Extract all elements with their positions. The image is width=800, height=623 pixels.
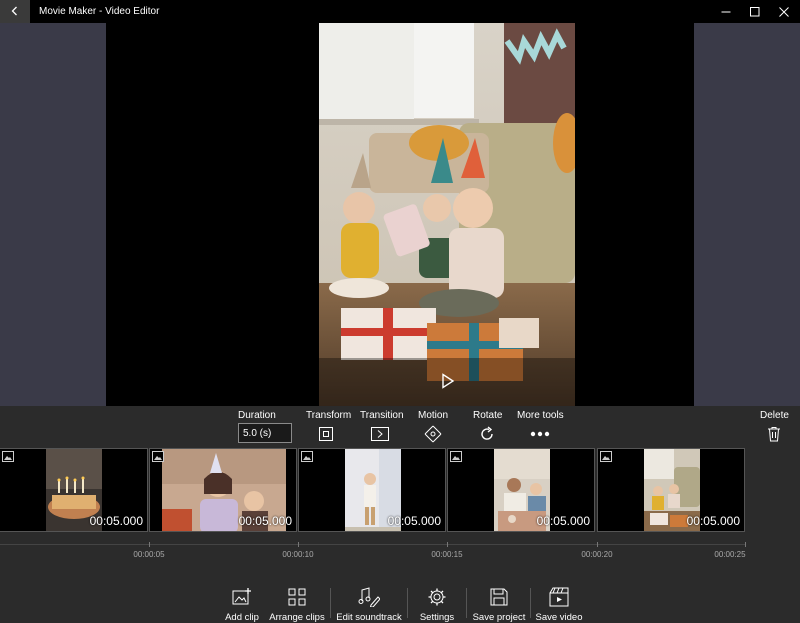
ruler-tick — [298, 542, 299, 547]
clip-5[interactable]: 00:05.000 — [597, 448, 745, 532]
transition-label: Transition — [360, 410, 404, 421]
ruler-label: 00:00:25 — [714, 550, 746, 559]
edit-soundtrack-button[interactable]: Edit soundtrack — [335, 582, 403, 623]
maximize-icon — [750, 6, 760, 16]
duration-input[interactable] — [238, 423, 292, 443]
motion-icon — [424, 425, 442, 443]
image-icon — [2, 451, 14, 462]
arrange-clips-button[interactable]: Arrange clips — [268, 582, 326, 623]
ruler-line — [0, 544, 745, 545]
back-button[interactable] — [0, 0, 30, 23]
settings-button[interactable]: Settings — [416, 582, 458, 623]
ruler-label: 00:00:05 — [133, 550, 165, 559]
play-button[interactable] — [432, 365, 464, 397]
delete-label: Delete — [760, 410, 789, 421]
rotate-icon — [481, 426, 493, 440]
duration-label: Duration — [238, 410, 276, 421]
image-icon — [600, 451, 612, 462]
transition-icon — [371, 427, 389, 441]
save-icon — [488, 586, 510, 607]
time-ruler[interactable]: 00:00:05 00:00:10 00:00:15 00:00:20 00:0… — [0, 534, 800, 582]
bottom-command-bar: Add clip Arrange clips Edit soundtrack S… — [0, 582, 800, 623]
maximize-button[interactable] — [739, 0, 771, 23]
close-button[interactable] — [768, 0, 800, 23]
ruler-tick — [597, 542, 598, 547]
add-clip-button[interactable]: Add clip — [222, 582, 262, 623]
transition-button[interactable] — [370, 424, 390, 444]
separator — [466, 588, 467, 618]
add-clip-label: Add clip — [225, 612, 259, 623]
rotate-button[interactable] — [477, 424, 497, 444]
play-icon — [442, 373, 455, 389]
save-video-button[interactable]: Save video — [535, 582, 583, 623]
motion-button[interactable] — [423, 424, 443, 444]
ruler-tick — [745, 542, 746, 547]
minimize-button[interactable] — [710, 0, 742, 23]
clip-duration: 00:05.000 — [238, 514, 292, 528]
save-project-button[interactable]: Save project — [472, 582, 526, 623]
clip-duration: 00:05.000 — [387, 514, 441, 528]
image-icon — [301, 451, 313, 462]
add-image-icon — [231, 586, 253, 607]
arrange-clips-label: Arrange clips — [269, 612, 325, 623]
transform-icon — [319, 427, 333, 441]
gear-icon — [426, 586, 448, 607]
motion-label: Motion — [418, 410, 449, 421]
clip-4[interactable]: 00:05.000 — [447, 448, 595, 532]
clip-2[interactable]: 00:05.000 — [149, 448, 297, 532]
clip-duration: 00:05.000 — [686, 514, 740, 528]
delete-button[interactable] — [764, 424, 784, 444]
more-tools-button[interactable] — [529, 424, 551, 444]
more-icon — [530, 431, 550, 437]
image-icon — [450, 451, 462, 462]
save-project-label: Save project — [472, 612, 526, 623]
ruler-label: 00:00:10 — [282, 550, 314, 559]
transform-label: Transform — [306, 410, 352, 421]
more-tools-label: More tools — [517, 410, 564, 421]
save-video-label: Save video — [535, 612, 583, 623]
separator — [407, 588, 408, 618]
clip-duration: 00:05.000 — [89, 514, 143, 528]
minimize-icon — [721, 11, 731, 12]
ruler-label: 00:00:20 — [581, 550, 613, 559]
close-icon — [779, 6, 789, 17]
settings-label: Settings — [419, 612, 455, 623]
ruler-tick — [149, 542, 150, 547]
video-editor-window: Movie Maker - Video Editor Duration 5.0 … — [0, 0, 800, 623]
trash-icon — [768, 427, 780, 442]
video-export-icon — [548, 586, 570, 607]
clip-1[interactable]: 00:05.000 — [0, 448, 148, 532]
rotate-label: Rotate — [473, 410, 503, 421]
ruler-label: 00:00:15 — [431, 550, 463, 559]
preview-image — [319, 23, 575, 406]
clip-timeline: 00:05.000 00:05.000 00:05.000 00:05.000 — [0, 448, 800, 534]
back-arrow-icon — [10, 3, 20, 21]
music-pen-icon — [358, 586, 380, 607]
window-title: Movie Maker - Video Editor — [39, 6, 160, 17]
image-icon — [152, 451, 164, 462]
ruler-tick — [447, 542, 448, 547]
transform-button[interactable] — [316, 424, 336, 444]
separator — [330, 588, 331, 618]
clip-duration: 00:05.000 — [536, 514, 590, 528]
separator — [530, 588, 531, 618]
edit-soundtrack-label: Edit soundtrack — [336, 612, 402, 623]
clip-toolbar: Duration Transform Transition Motion Rot… — [0, 406, 800, 448]
clip-3[interactable]: 00:05.000 — [298, 448, 446, 532]
grid-icon — [286, 586, 308, 607]
title-bar: Movie Maker - Video Editor — [0, 0, 800, 23]
